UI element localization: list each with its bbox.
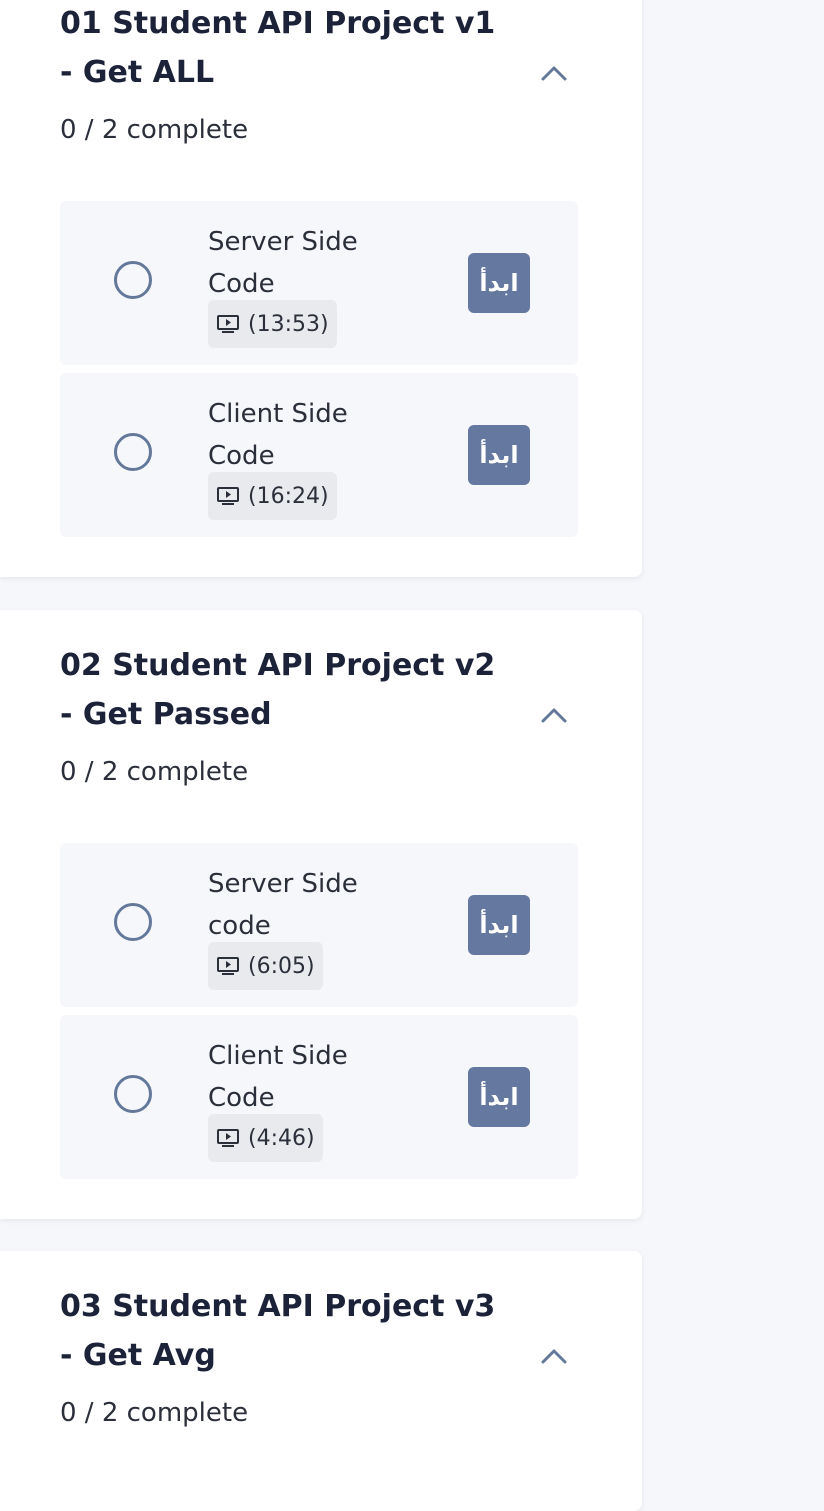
chevron-up-icon[interactable] xyxy=(540,705,568,725)
lesson-title: Client Side Code xyxy=(208,1041,348,1113)
start-lesson-button[interactable]: ابدأ xyxy=(468,425,530,485)
lesson-title: Server Side Code xyxy=(208,227,358,299)
lesson-title: Client Side Code xyxy=(208,399,348,471)
section-card-1: 01 Student API Project v1- Get ALL 0 / 2… xyxy=(0,0,642,577)
section-progress: 0 / 2 complete xyxy=(60,1398,249,1428)
chevron-up-icon[interactable] xyxy=(540,63,568,83)
video-play-icon xyxy=(217,487,239,505)
video-play-icon xyxy=(217,315,239,333)
lesson-item[interactable]: Client Side Code (16:24) ابدأ xyxy=(60,373,578,537)
lesson-status-icon[interactable] xyxy=(114,1075,152,1113)
start-lesson-button[interactable]: ابدأ xyxy=(468,895,530,955)
video-play-icon xyxy=(217,1129,239,1147)
lesson-status-icon[interactable] xyxy=(114,261,152,299)
chevron-up-icon[interactable] xyxy=(540,1346,568,1366)
section-progress: 0 / 2 complete xyxy=(60,115,249,145)
section-title: 03 Student API Project v3- Get Avg xyxy=(60,1289,496,1373)
video-play-icon xyxy=(217,957,239,975)
lesson-item[interactable]: Client Side Code (4:46) ابدأ xyxy=(60,1015,578,1179)
start-lesson-button[interactable]: ابدأ xyxy=(468,1067,530,1127)
lesson-duration: (13:53) xyxy=(208,300,337,348)
lesson-status-icon[interactable] xyxy=(114,903,152,941)
lesson-duration: (16:24) xyxy=(208,472,337,520)
lesson-item[interactable]: Server Side code (6:05) ابدأ xyxy=(60,843,578,1007)
lesson-duration: (4:46) xyxy=(208,1114,323,1162)
lesson-title: Server Side code xyxy=(208,869,358,941)
start-lesson-button[interactable]: ابدأ xyxy=(468,253,530,313)
lesson-duration: (6:05) xyxy=(208,942,323,990)
section-title: 01 Student API Project v1- Get ALL xyxy=(60,6,496,90)
lesson-item[interactable]: Server Side Code (13:53) ابدأ xyxy=(60,201,578,365)
section-progress: 0 / 2 complete xyxy=(60,757,249,787)
section-card-3: 03 Student API Project v3- Get Avg 0 / 2… xyxy=(0,1251,642,1511)
lesson-status-icon[interactable] xyxy=(114,433,152,471)
section-card-2: 02 Student API Project v2- Get Passed 0 … xyxy=(0,610,642,1219)
section-title: 02 Student API Project v2- Get Passed xyxy=(60,648,496,732)
